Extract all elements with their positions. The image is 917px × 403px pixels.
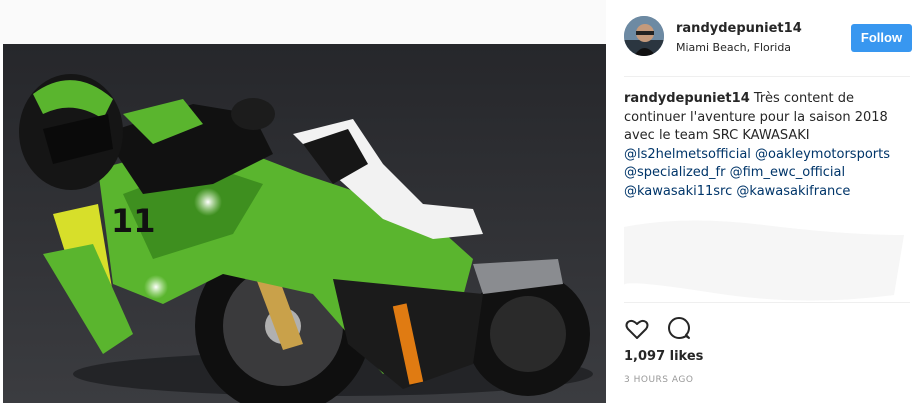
mention-link[interactable]: @oakleymotorsports: [755, 147, 890, 162]
post-caption: randydepuniet14 Très content de continue…: [624, 90, 909, 201]
top-strip: [0, 0, 606, 44]
avatar-image: [624, 16, 664, 56]
post-timestamp[interactable]: 3 HOURS AGO: [624, 375, 693, 385]
caption-author[interactable]: randydepuniet14: [624, 91, 750, 106]
mention-link[interactable]: @kawasakifrance: [736, 184, 850, 199]
mention-link[interactable]: @kawasaki11src: [624, 184, 732, 199]
follow-button[interactable]: Follow: [851, 24, 912, 52]
svg-text:11: 11: [111, 202, 156, 240]
post-photo[interactable]: 11: [3, 44, 606, 403]
comment-icon[interactable]: [666, 316, 692, 342]
heart-icon[interactable]: [624, 316, 650, 342]
username[interactable]: randydepuniet14: [676, 21, 802, 36]
blurred-comments: [624, 220, 904, 301]
actions-divider: [624, 302, 910, 303]
location[interactable]: Miami Beach, Florida: [676, 41, 791, 54]
mention-link[interactable]: @fim_ewc_official: [730, 165, 846, 180]
avatar[interactable]: [624, 16, 664, 56]
mention-link[interactable]: @ls2helmetsofficial: [624, 147, 751, 162]
like-count[interactable]: 1,097 likes: [624, 349, 703, 364]
mention-link[interactable]: @specialized_fr: [624, 165, 725, 180]
header-divider: [624, 76, 910, 77]
motorcycle-photo: 11: [3, 44, 606, 403]
post-details-panel: randydepuniet14 Miami Beach, Florida Fol…: [606, 0, 917, 403]
